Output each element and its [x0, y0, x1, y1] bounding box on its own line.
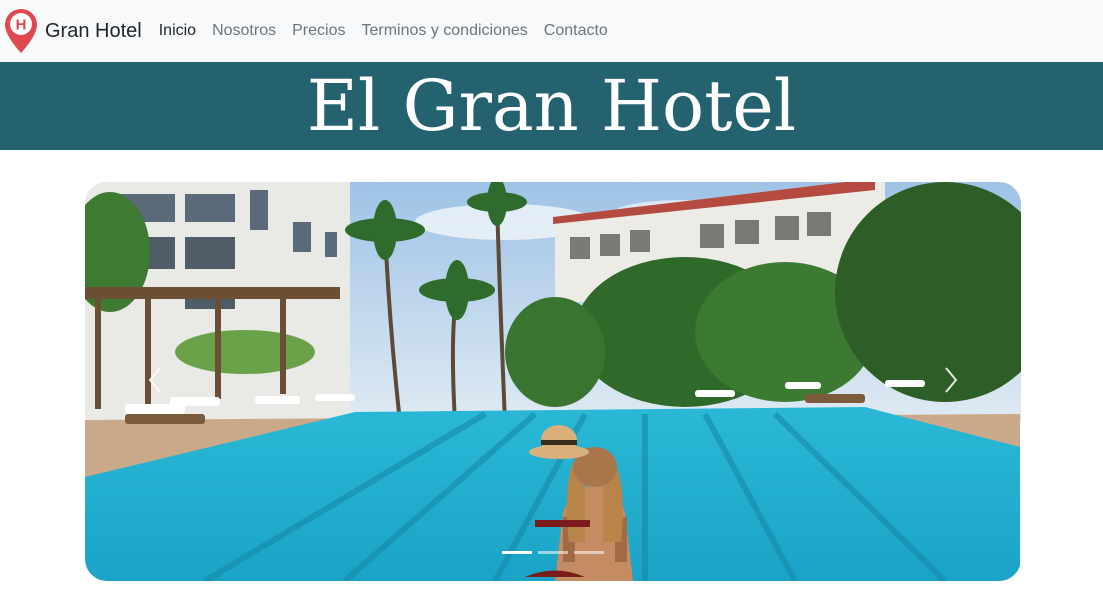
carousel-next-button[interactable]: [931, 350, 971, 410]
page-title: El Gran Hotel: [306, 65, 797, 147]
brand-name: Gran Hotel: [45, 19, 142, 42]
svg-text:H: H: [16, 17, 27, 34]
nav-link-terminos[interactable]: Terminos y condiciones: [361, 22, 527, 40]
nav-link-precios[interactable]: Precios: [292, 22, 345, 40]
nav-link-nosotros[interactable]: Nosotros: [212, 22, 276, 40]
hotel-location-pin-icon: H: [5, 9, 37, 53]
nav-link-contacto[interactable]: Contacto: [544, 22, 608, 40]
navbar: H Gran Hotel Inicio Nosotros Precios Ter…: [0, 0, 1103, 62]
main-nav: Inicio Nosotros Precios Terminos y condi…: [159, 22, 624, 40]
hero-banner: El Gran Hotel: [0, 62, 1103, 150]
chevron-left-icon: [148, 367, 161, 393]
nav-link-inicio[interactable]: Inicio: [159, 22, 196, 40]
brand-link[interactable]: H Gran Hotel: [4, 8, 142, 54]
carousel-indicator-2[interactable]: [538, 551, 568, 554]
carousel-indicator-3[interactable]: [574, 551, 604, 554]
image-carousel: [85, 182, 1021, 581]
hotel-pool-photo: [85, 182, 1021, 581]
carousel-prev-button[interactable]: [135, 350, 175, 410]
chevron-right-icon: [945, 367, 958, 393]
carousel-indicators: [502, 551, 610, 554]
carousel-indicator-1[interactable]: [502, 551, 532, 554]
